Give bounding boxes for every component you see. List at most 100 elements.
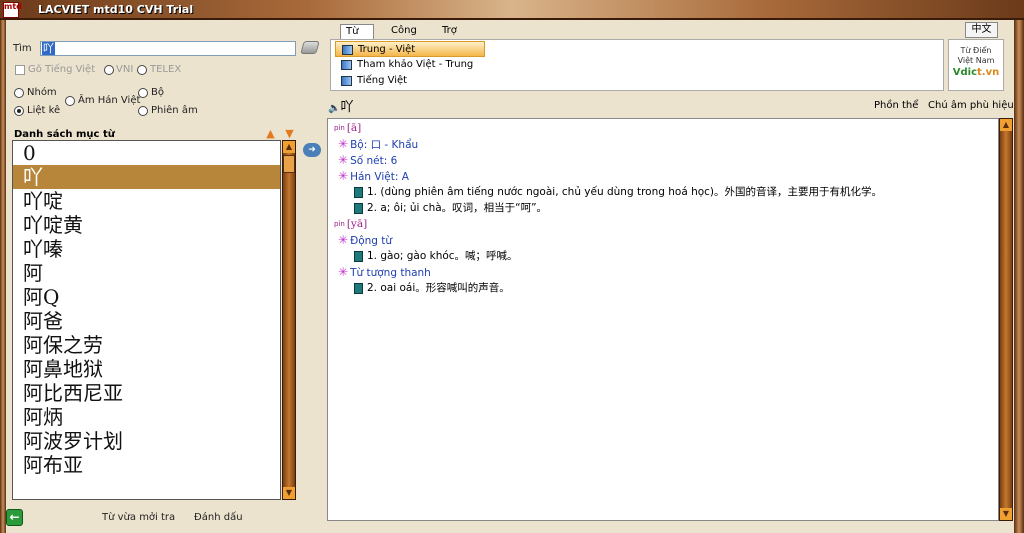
han-viet-radio[interactable] [65,96,75,106]
definition-3: 1. gào; gào khóc。喊；呼喊。 [354,248,518,264]
definition-4: 2. oai oái。形容喊叫的声音。 [354,280,510,296]
bookmark-button[interactable]: Đánh dấu [194,512,243,523]
list-item[interactable]: 阿波罗计划 [13,429,280,453]
app-logo: mtd [3,2,22,18]
right-panel: Từ điển Công cụ Trợ giúp 中文 Trung - Việt… [324,22,1014,533]
list-item[interactable]: 阿保之劳 [13,333,280,357]
star-icon: ✳ [338,169,349,183]
radical-radio[interactable] [138,88,148,98]
list-header: Danh sách mục từ [14,129,115,140]
list-item[interactable]: 阿比西尼亚 [13,381,280,405]
tab-help[interactable]: Trợ giúp [437,24,469,50]
list-item[interactable]: 吖啶 [13,189,280,213]
tab-tools[interactable]: Công cụ [386,24,422,50]
entry-word: 🔈吖 [328,96,353,115]
pos-onomatopoeia: ✳ Từ tượng thanh [338,265,431,279]
entry-list[interactable]: 0 吖 吖啶 吖啶黄 吖嗪 阿 阿Q 阿爸 阿保之劳 阿鼻地狱 阿比西尼亚 阿炳… [12,140,281,500]
vni-label: VNI [116,64,134,75]
lookup-icon[interactable]: ➜ [303,143,321,157]
list-option-label: Liệt kê [27,105,61,116]
list-item[interactable]: 阿 [13,261,280,285]
han-viet-line: ✳ Hán Việt: A [338,169,409,183]
star-icon: ✳ [338,265,349,279]
scroll-down-icon[interactable]: ▼ [283,487,295,499]
book-icon [341,76,352,86]
scroll-down-icon[interactable]: ▼ [1000,508,1012,520]
book-icon [342,45,353,55]
arrow-down-icon[interactable]: ▼ [284,128,295,139]
logo-line2: Việt Nam [957,56,995,65]
window-title: LACVIET mtd10 CVH Trial [38,3,194,16]
book-icon [354,202,363,214]
tab-dictionary[interactable]: Từ điển [340,24,374,51]
window-frame-right [1014,20,1024,533]
group-label: Nhóm [27,87,57,98]
list-item[interactable]: 阿爸 [13,309,280,333]
logo-line1: Từ Điển [960,46,992,55]
eraser-icon[interactable] [300,41,320,54]
typing-checkbox[interactable] [15,65,25,75]
dictionary-item[interactable]: Tham khảo Việt - Trung [335,57,485,73]
definition-scrollbar[interactable]: ▲ ▼ [999,118,1013,521]
traditional-button[interactable]: Phồn thể [874,100,918,111]
definition-panel: pin [ā] ✳ Bộ: 口 - Khẩu ✳ Số nét: 6 ✳ Hán Việ… [327,118,999,521]
dictionary-item[interactable]: Tiếng Việt [335,73,485,89]
logo-brand: Vdict.vn [952,67,1000,78]
zhuyin-button[interactable]: Chú âm phù hiệu [928,100,1014,111]
group-radio[interactable] [14,88,24,98]
dictionary-label: Trung - Việt [358,44,416,55]
speaker-icon[interactable]: 🔈 [328,103,340,114]
list-item[interactable]: 阿炳 [13,405,280,429]
list-item[interactable]: 0 [13,141,280,165]
book-icon [354,250,363,262]
star-icon: ✳ [338,233,349,247]
definition-1: 1. (dùng phiên âm tiếng nước ngoài, chủ … [354,184,882,200]
telex-label: TELEX [150,64,182,75]
book-icon [354,186,363,198]
word-text: 吖 [340,100,354,115]
left-panel: Tìm 吖 Gõ Tiếng Việt VNI TELEX Nhóm Âm Há… [6,22,324,533]
dictionary-list: Trung - Việt Tham khảo Việt - Trung Tiến… [330,39,944,91]
star-icon: ✳ [338,137,349,151]
strokes-line: ✳ Số nét: 6 [338,153,398,167]
phonetic-radio[interactable] [138,106,148,116]
dictionary-label: Tiếng Việt [357,75,408,86]
list-item[interactable]: 阿鼻地狱 [13,357,280,381]
scroll-up-icon[interactable]: ▲ [1000,119,1012,131]
title-bar: mtd LACVIET mtd10 CVH Trial [0,0,1024,20]
search-label: Tìm [13,43,32,54]
telex-radio[interactable] [137,65,147,75]
left-bottom-bar: ← Từ vừa mởi tra Đánh dấu [6,507,324,533]
back-arrow-icon[interactable]: ← [6,509,23,526]
pos-verb: ✳ Động từ [338,233,393,247]
list-item[interactable]: 阿布亚 [13,453,280,477]
list-item[interactable]: 吖啶黄 [13,213,280,237]
chinese-lang-button[interactable]: 中文 [965,22,998,38]
star-icon: ✳ [338,153,349,167]
book-icon [354,282,363,294]
list-radio[interactable] [14,106,24,116]
list-item-selected[interactable]: 吖 [13,165,280,189]
reading-line-2: pin [yā] [334,218,368,230]
radical-line: ✳ Bộ: 口 - Khẩu [338,137,419,151]
dictionary-label: Tham khảo Việt - Trung [357,59,474,70]
reading-line-1: pin [ā] [334,122,362,134]
list-item[interactable]: 阿Q [13,285,280,309]
scroll-thumb[interactable] [283,155,295,173]
search-value: 吖 [42,42,55,55]
phonetic-label: Phiên âm [151,105,198,116]
typing-label: Gõ Tiếng Việt [28,64,96,75]
book-icon [341,60,352,70]
search-input[interactable]: 吖 [40,41,296,56]
han-viet-label: Âm Hán Việt [78,95,141,106]
radical-label: Bộ [151,87,164,98]
scroll-up-icon[interactable]: ▲ [283,141,295,153]
arrow-up-icon[interactable]: ▲ [265,128,276,139]
vdict-logo[interactable]: Từ Điển Việt Nam Vdict.vn [948,39,1004,91]
dictionary-item-selected[interactable]: Trung - Việt [335,41,485,57]
recent-words-button[interactable]: Từ vừa mởi tra [102,512,175,523]
vni-radio[interactable] [104,65,114,75]
list-scrollbar[interactable]: ▲ ▼ [282,140,296,500]
definition-2: 2. a; ôi; ủi chà。叹词，相当于“呵”。 [354,200,547,216]
list-item[interactable]: 吖嗪 [13,237,280,261]
